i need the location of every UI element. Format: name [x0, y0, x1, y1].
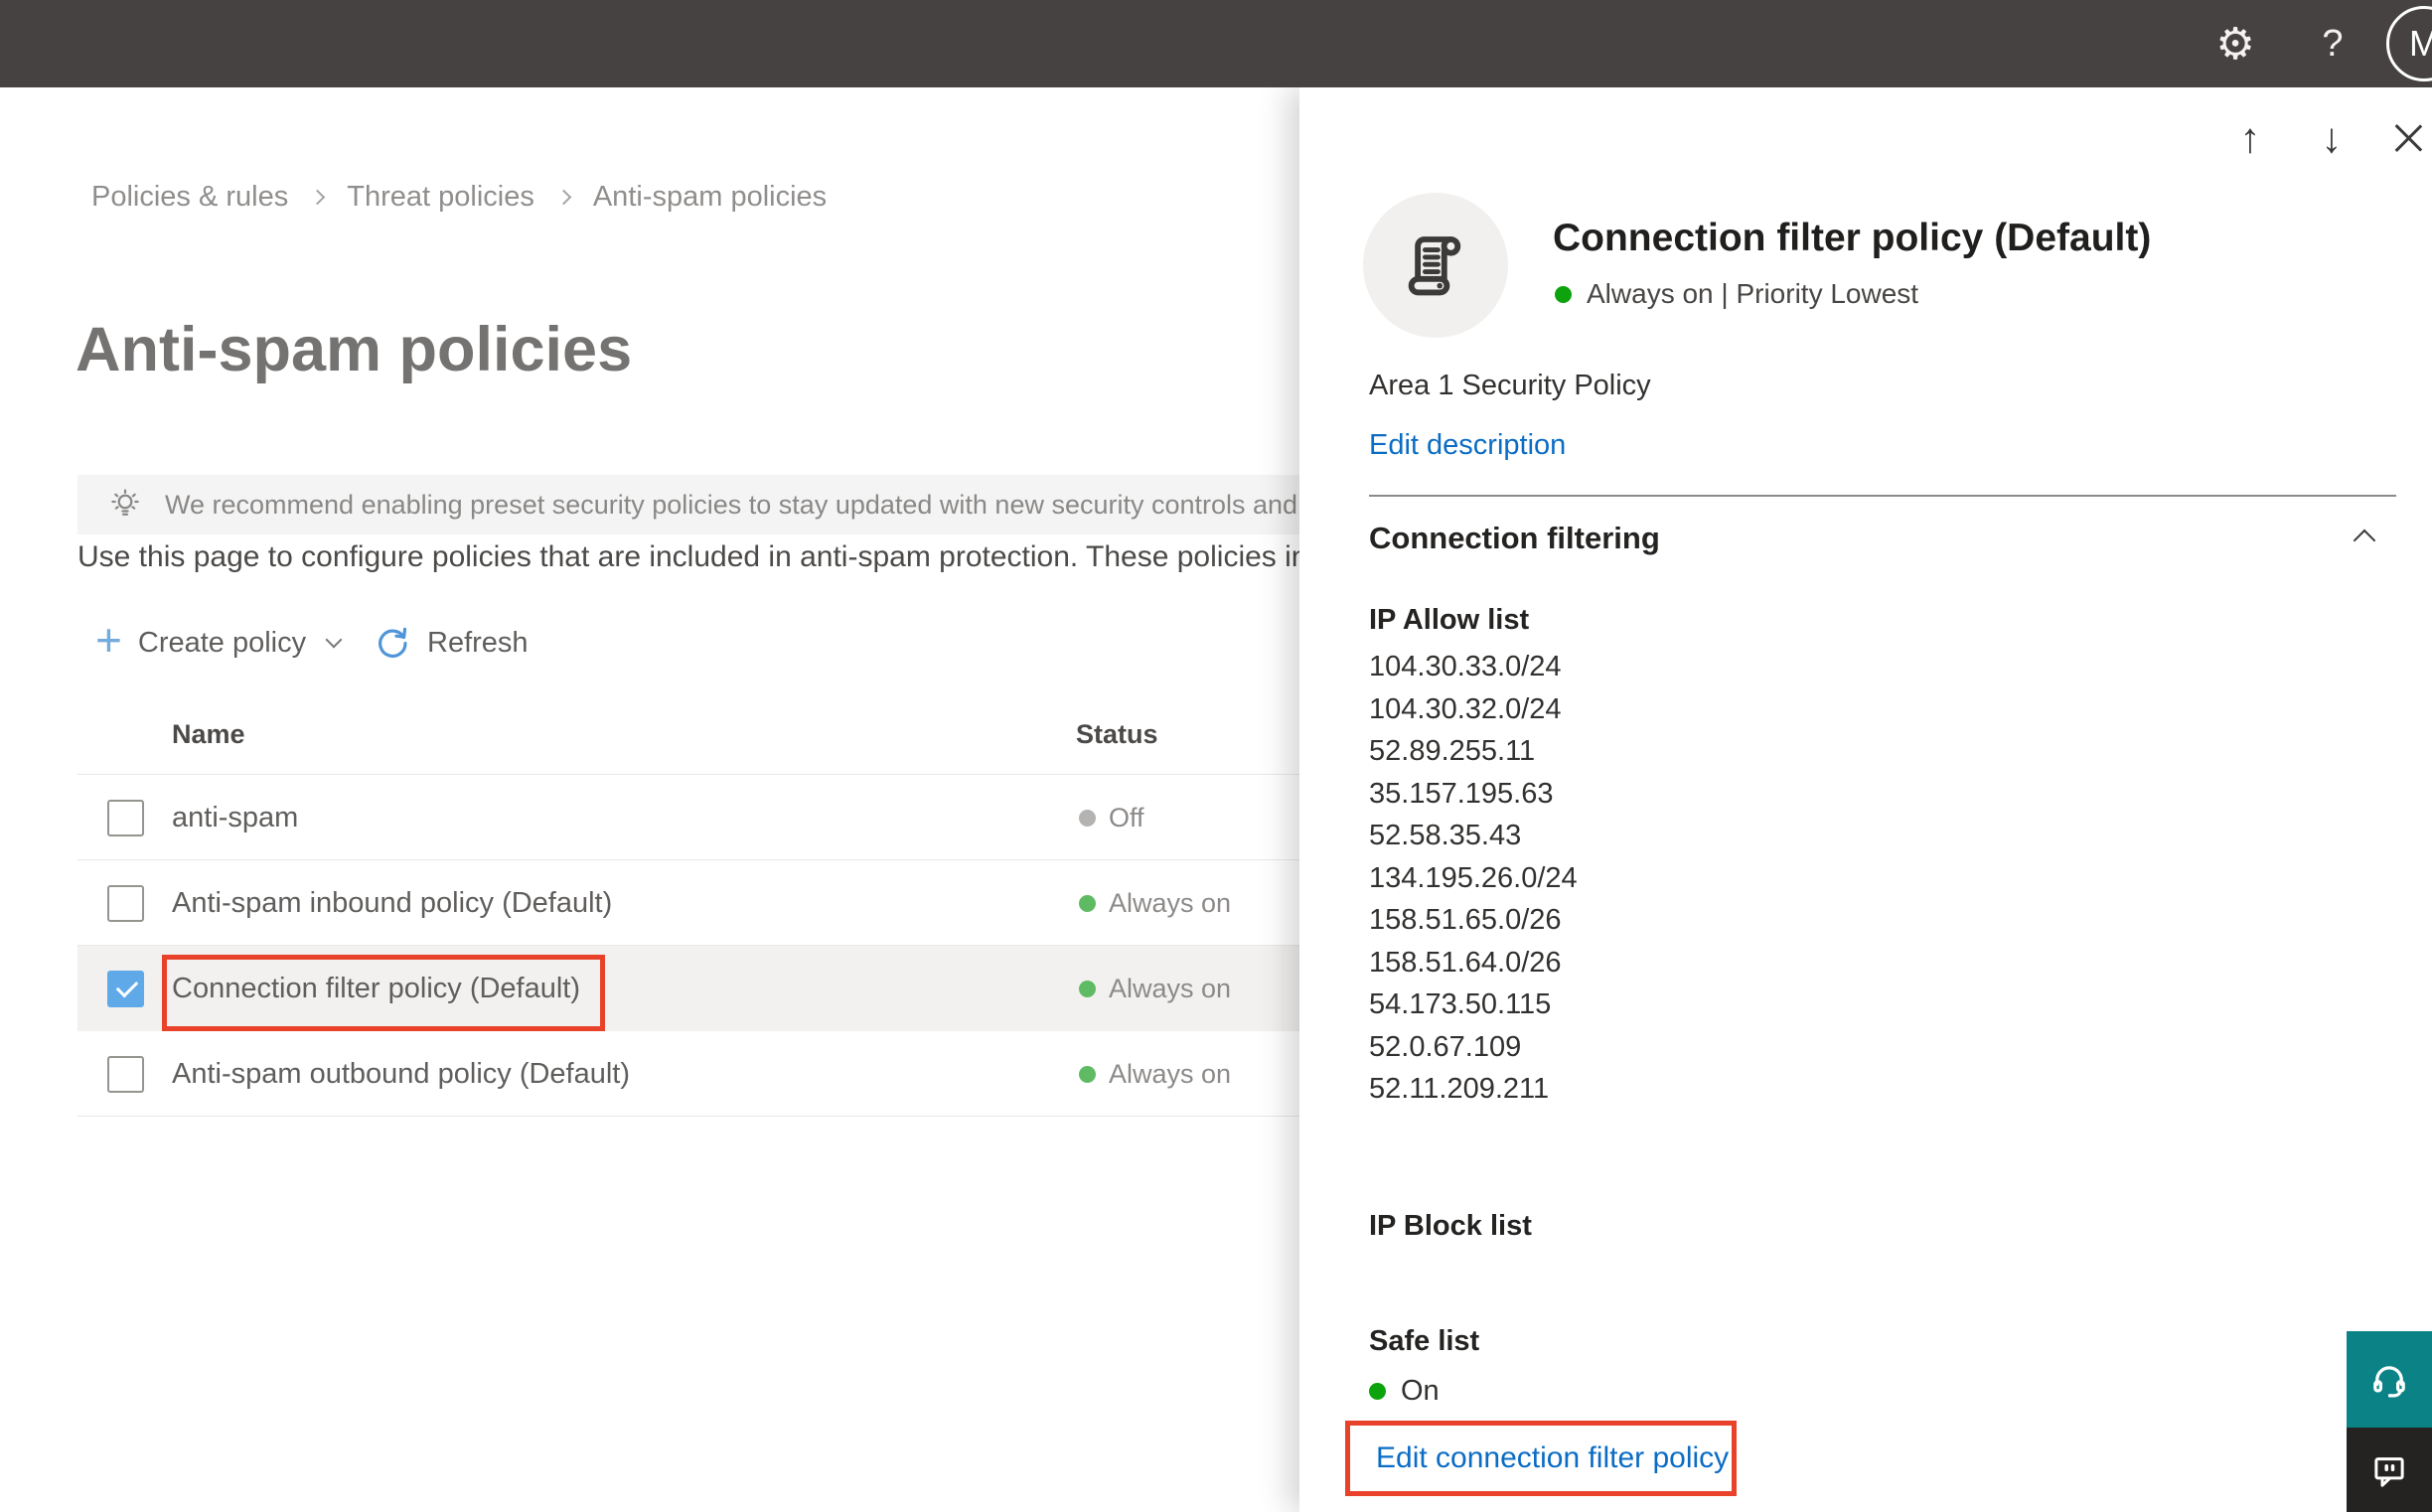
- ip-entry: 104.30.32.0/24: [1369, 692, 1562, 725]
- policy-description: Area 1 Security Policy: [1369, 370, 1651, 401]
- top-app-bar: ⚙ ? M: [0, 0, 2432, 87]
- breadcrumb-anti-spam-policies: Anti-spam policies: [592, 181, 828, 213]
- policy-details-flyout: ↑ ↓ Connection filter policy (Default) A…: [1299, 87, 2432, 1512]
- create-policy-button[interactable]: + Create policy: [95, 614, 343, 672]
- previous-item-arrow-up-icon[interactable]: ↑: [2226, 113, 2274, 163]
- chat-bubble-icon: [2374, 1457, 2404, 1487]
- row-checkbox[interactable]: [107, 885, 144, 922]
- ip-entry: 52.0.67.109: [1369, 1030, 1522, 1063]
- breadcrumb: Policies & rules Threat policies Anti-sp…: [91, 181, 827, 214]
- ip-entry: 52.11.209.211: [1369, 1073, 1550, 1105]
- status-dot-on: [1555, 285, 1572, 303]
- column-header-status[interactable]: Status: [1076, 719, 1158, 750]
- ip-entry: 104.30.33.0/24: [1369, 651, 1562, 682]
- ip-entry: 52.58.35.43: [1369, 820, 1522, 851]
- banner-text: We recommend enabling preset security po…: [165, 489, 1463, 520]
- row-checkbox-checked[interactable]: [107, 971, 144, 1007]
- divider: [1369, 495, 2396, 497]
- scroll-policy-icon: [1408, 236, 1461, 296]
- ip-entry: 35.157.195.63: [1369, 777, 1554, 810]
- safe-list-title: Safe list: [1369, 1325, 1480, 1357]
- ip-entry: 52.89.255.11: [1369, 735, 1536, 767]
- plus-icon: +: [95, 614, 122, 666]
- policy-avatar: [1363, 193, 1508, 338]
- row-checkbox[interactable]: [107, 800, 144, 836]
- ip-entry: 158.51.64.0/26: [1369, 946, 1562, 979]
- red-annotation-box: Edit connection filter policy: [1345, 1421, 1737, 1496]
- help-icon[interactable]: ?: [2305, 14, 2360, 74]
- chevron-right-icon: [555, 189, 572, 206]
- support-button[interactable]: [2347, 1331, 2432, 1428]
- row-checkbox[interactable]: [107, 1056, 144, 1093]
- panel-title: Connection filter policy (Default): [1553, 217, 2152, 259]
- chevron-right-icon: [309, 189, 326, 206]
- policy-status: Always on: [1079, 1031, 1231, 1117]
- column-header-name[interactable]: Name: [172, 719, 245, 750]
- ip-entry: 54.173.50.115: [1369, 988, 1552, 1020]
- policy-status: Always on: [1079, 946, 1231, 1031]
- status-dot-on: [1079, 1065, 1096, 1083]
- headset-icon: [2373, 1365, 2405, 1398]
- lightbulb-icon: [111, 489, 139, 516]
- ip-entry: 134.195.26.0/24: [1369, 861, 1578, 894]
- policy-name: Connection filter policy (Default): [172, 973, 581, 1004]
- breadcrumb-threat-policies[interactable]: Threat policies: [347, 181, 534, 214]
- refresh-label: Refresh: [427, 626, 529, 659]
- panel-status-line: Always on | Priority Lowest: [1555, 278, 1918, 310]
- next-item-arrow-down-icon[interactable]: ↓: [2308, 113, 2356, 163]
- create-policy-label: Create policy: [137, 626, 307, 659]
- policy-status: Off: [1079, 775, 1144, 860]
- breadcrumb-policies-rules[interactable]: Policies & rules: [91, 181, 288, 214]
- refresh-icon: [379, 627, 407, 658]
- policy-status: Always on: [1079, 860, 1231, 946]
- policy-name: Anti-spam inbound policy (Default): [172, 887, 613, 919]
- account-avatar[interactable]: M: [2386, 6, 2432, 81]
- ip-allow-list: 104.30.33.0/24 104.30.32.0/24 52.89.255.…: [1369, 646, 1578, 1111]
- ip-entry: 158.51.65.0/26: [1369, 904, 1562, 936]
- policy-name: anti-spam: [172, 802, 299, 833]
- ip-block-list-title: IP Block list: [1369, 1210, 1532, 1242]
- close-x-glyph: [2391, 121, 2425, 155]
- edit-description-link[interactable]: Edit description: [1369, 429, 1566, 462]
- ip-allow-list-title: IP Allow list: [1369, 604, 1530, 636]
- connection-filtering-section-header[interactable]: Connection filtering: [1369, 521, 2396, 556]
- status-dot-off: [1079, 809, 1096, 827]
- chevron-up-icon[interactable]: [2353, 529, 2376, 552]
- status-dot-on: [1079, 894, 1096, 912]
- screen: ⚙ ? M Policies & rules Threat policies A…: [0, 0, 2432, 1512]
- settings-gear-icon[interactable]: ⚙: [2207, 14, 2263, 74]
- feedback-button[interactable]: [2347, 1428, 2432, 1512]
- safe-list-status: On: [1369, 1375, 1440, 1408]
- policy-name: Anti-spam outbound policy (Default): [172, 1058, 631, 1090]
- chevron-down-icon: [325, 631, 343, 649]
- close-icon[interactable]: [2384, 113, 2432, 163]
- status-dot-on: [1369, 1383, 1386, 1400]
- edit-connection-filter-policy-link[interactable]: Edit connection filter policy: [1376, 1426, 1729, 1491]
- status-dot-on: [1079, 980, 1096, 997]
- refresh-button[interactable]: Refresh: [374, 614, 529, 672]
- page-title: Anti-spam policies: [76, 315, 633, 384]
